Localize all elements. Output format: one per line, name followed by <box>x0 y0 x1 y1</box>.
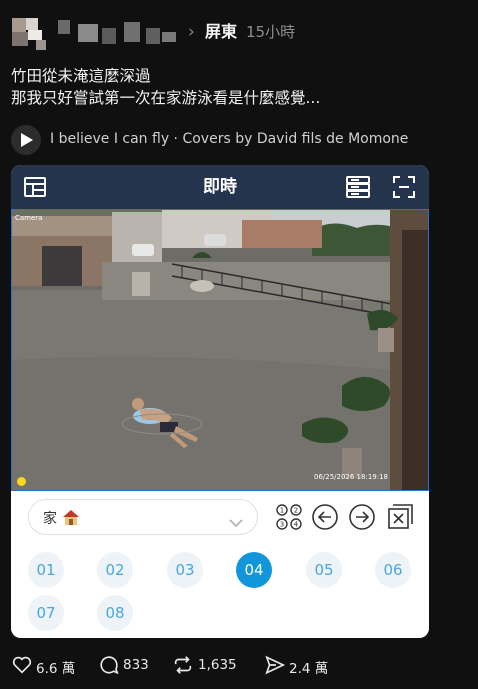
send-icon <box>265 655 286 675</box>
channel-button[interactable]: 02 <box>97 552 133 588</box>
storage-list-icon[interactable] <box>345 175 371 203</box>
camera-label: Camera <box>15 214 43 222</box>
post-media[interactable]: 即時 Camera 06/25/2026 18:19:18 家 1 2 3 4 … <box>11 165 429 638</box>
share-count: 2.4 萬 <box>289 661 329 677</box>
camera-feed[interactable]: Camera 06/25/2026 18:19:18 <box>11 209 429 491</box>
previous-icon[interactable] <box>311 503 339 535</box>
chevron-right-icon: › <box>188 22 195 42</box>
flood-scene <box>12 210 428 490</box>
play-button[interactable] <box>11 125 41 155</box>
action-bar: 6.6 萬 833 1,635 2.4 萬 <box>0 650 478 680</box>
repost-count: 1,635 <box>198 657 237 673</box>
location-tag[interactable]: 屏東 <box>205 21 237 43</box>
close-view-icon[interactable] <box>386 503 414 535</box>
channel-button[interactable]: 01 <box>28 552 64 588</box>
svg-text:2: 2 <box>294 507 298 515</box>
post-text-line: 那我只好嘗試第一次在家游泳看是什麼感覺... <box>11 89 321 107</box>
music-label[interactable]: I believe I can fly · Covers by David fi… <box>50 131 408 147</box>
post-time: 15小時 <box>246 23 296 41</box>
location-select[interactable]: 家 <box>28 499 258 535</box>
repost-button[interactable]: 1,635 <box>172 654 242 676</box>
svg-text:1: 1 <box>280 507 284 515</box>
channel-button[interactable]: 03 <box>167 552 203 588</box>
fullscreen-icon[interactable] <box>392 175 416 203</box>
comment-icon <box>100 656 119 675</box>
next-icon[interactable] <box>348 503 376 535</box>
house-icon <box>61 507 81 531</box>
svg-text:4: 4 <box>294 521 299 529</box>
app-top-bar: 即時 <box>11 165 429 209</box>
channel-button[interactable]: 06 <box>375 552 411 588</box>
channel-button[interactable]: 05 <box>306 552 342 588</box>
comment-button[interactable]: 833 <box>98 654 158 676</box>
playback-controls: 家 1 2 3 4 <box>11 491 429 545</box>
location-select-value: 家 <box>43 511 57 527</box>
recording-indicator <box>17 477 26 486</box>
channel-button[interactable]: 08 <box>97 595 133 631</box>
multi-view-icon[interactable]: 1 2 3 4 <box>275 503 303 535</box>
avatar[interactable] <box>6 12 50 52</box>
channel-button[interactable]: 07 <box>28 595 64 631</box>
post-header: › 屏東 15小時 <box>0 8 478 56</box>
play-icon <box>21 133 33 147</box>
post-text: 竹田從未淹這麼深過 那我只好嘗試第一次在家游泳看是什麼感覺... <box>11 65 471 109</box>
channel-button-active[interactable]: 04 <box>236 552 272 588</box>
svg-text:3: 3 <box>280 521 284 529</box>
like-count: 6.6 萬 <box>36 661 76 677</box>
heart-icon <box>12 656 32 674</box>
music-attribution[interactable]: I believe I can fly · Covers by David fi… <box>11 124 471 156</box>
chevron-down-icon <box>229 513 243 532</box>
post-text-line: 竹田從未淹這麼深過 <box>11 67 151 85</box>
channel-grid: 01 02 03 04 05 06 07 08 <box>11 545 429 638</box>
like-button[interactable]: 6.6 萬 <box>11 654 79 677</box>
share-button[interactable]: 2.4 萬 <box>264 654 334 677</box>
repost-icon <box>174 656 192 674</box>
username[interactable] <box>58 18 180 52</box>
comment-count: 833 <box>123 657 149 673</box>
camera-timestamp: 06/25/2026 18:19:18 <box>313 473 388 481</box>
